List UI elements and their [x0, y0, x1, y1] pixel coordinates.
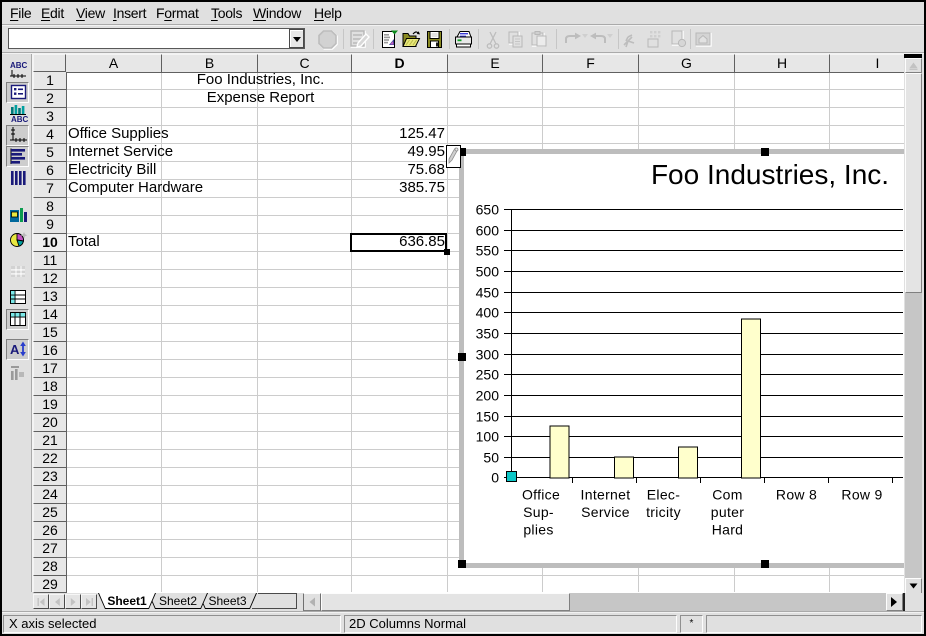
- svg-text:200: 200: [476, 388, 500, 404]
- svg-text:Service: Service: [581, 504, 630, 520]
- svg-text:50: 50: [483, 450, 499, 466]
- svg-text:Elec-: Elec-: [647, 487, 680, 503]
- svg-text:150: 150: [476, 409, 500, 425]
- svg-text:Hard: Hard: [712, 522, 744, 538]
- svg-text:600: 600: [476, 223, 500, 239]
- svg-text:A: A: [10, 342, 20, 357]
- svg-text:550: 550: [476, 243, 500, 259]
- svg-text:Com: Com: [712, 487, 742, 503]
- svg-text:puter: puter: [711, 504, 744, 520]
- svg-text:ABC: ABC: [11, 115, 29, 123]
- svg-text:tricity: tricity: [646, 504, 681, 520]
- svg-text:300: 300: [476, 347, 500, 363]
- svg-text:ABC: ABC: [10, 61, 28, 70]
- svg-text:650: 650: [476, 202, 500, 218]
- svg-text:Office: Office: [522, 487, 560, 503]
- svg-text:450: 450: [476, 285, 500, 301]
- svg-text:Internet: Internet: [581, 487, 631, 503]
- svg-text:0: 0: [491, 470, 499, 486]
- svg-text:Sup-: Sup-: [523, 504, 554, 520]
- svg-text:Row 8: Row 8: [776, 487, 817, 503]
- svg-text:Foo Industries, Inc.: Foo Industries, Inc.: [651, 159, 889, 190]
- svg-text:Row 9: Row 9: [841, 487, 882, 503]
- svg-text:250: 250: [476, 367, 500, 383]
- svg-text:400: 400: [476, 305, 500, 321]
- svg-text:plies: plies: [523, 522, 553, 538]
- svg-text:350: 350: [476, 326, 500, 342]
- svg-text:100: 100: [476, 429, 500, 445]
- svg-text:500: 500: [476, 264, 500, 280]
